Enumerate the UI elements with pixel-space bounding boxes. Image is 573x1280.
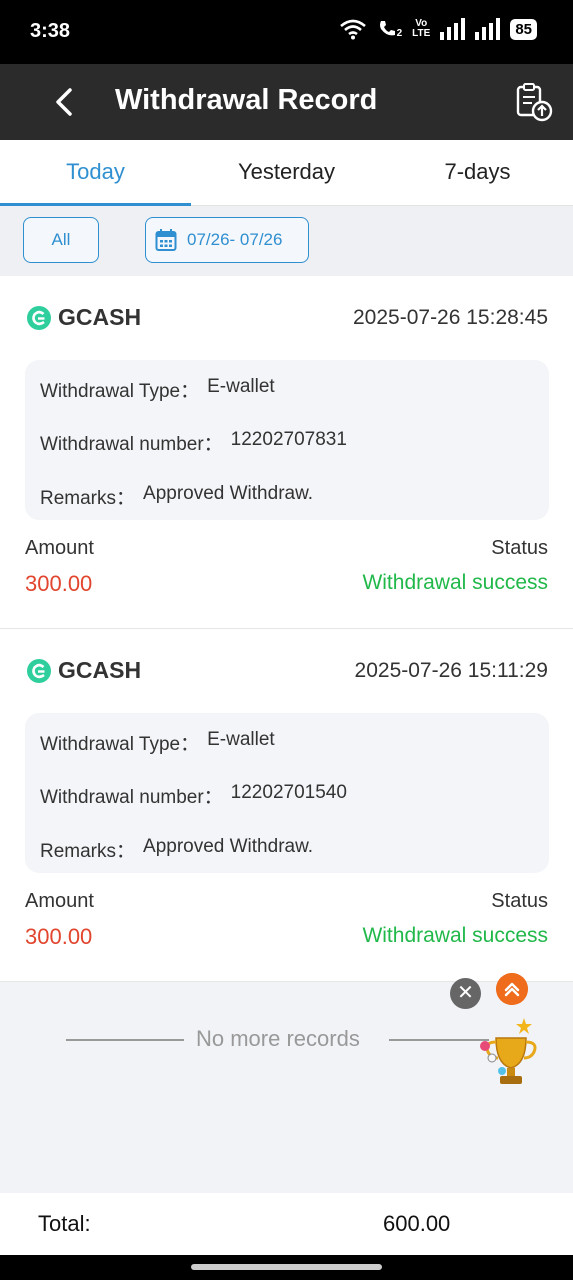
- volte-indicator: Vo LTE: [412, 19, 430, 39]
- date-range-button[interactable]: 07/26- 07/26: [145, 217, 309, 263]
- remarks-label: Remarks：: [40, 488, 136, 509]
- status-bar: 3:38 2 Vo LTE 85: [0, 0, 573, 64]
- total-value: 600.00: [383, 1211, 451, 1236]
- record-item[interactable]: GCASH 2025-07-26 15:11:29 Withdrawal Typ…: [0, 629, 573, 982]
- date-range-label: 07/26- 07/26: [187, 230, 283, 249]
- amount-label: Amount: [25, 890, 94, 912]
- remarks-row: Remarks： Approved Withdraw.: [40, 483, 313, 510]
- status-icons: 2 Vo LTE 85: [339, 18, 537, 40]
- tab-today[interactable]: Today: [0, 140, 191, 206]
- no-more-records-text: No more records: [196, 1026, 360, 1051]
- sim-index-label: 2: [396, 28, 403, 39]
- remarks-label: Remarks：: [40, 841, 136, 862]
- record-list: GCASH 2025-07-26 15:28:45 Withdrawal Typ…: [0, 276, 573, 982]
- withdrawal-number-row: Withdrawal number： 12202701540: [40, 782, 347, 809]
- withdrawal-number-value: 12202701540: [230, 782, 347, 803]
- app-header: Withdrawal Record: [0, 64, 573, 140]
- battery-indicator: 85: [510, 18, 537, 40]
- scroll-top-icon[interactable]: [496, 973, 528, 1005]
- amount-value: 300.00: [25, 924, 93, 949]
- divider-left: [66, 1039, 184, 1041]
- gcash-logo-icon: [27, 305, 51, 330]
- wifi-call-icon: 2: [377, 19, 403, 39]
- record-details: Withdrawal Type： E-wallet Withdrawal num…: [25, 713, 549, 873]
- status-label: Status: [491, 537, 548, 559]
- remarks-value: Approved Withdraw.: [143, 483, 314, 504]
- withdrawal-type-label: Withdrawal Type：: [40, 381, 200, 402]
- tab-yesterday[interactable]: Yesterday: [191, 140, 382, 205]
- status-value: Withdrawal success: [362, 571, 548, 594]
- trophy-icon[interactable]: [478, 1016, 544, 1092]
- record-item[interactable]: GCASH 2025-07-26 15:28:45 Withdrawal Typ…: [0, 276, 573, 629]
- method-name: GCASH: [58, 657, 142, 683]
- volte-bottom-label: LTE: [412, 28, 431, 39]
- record-datetime: 2025-07-26 15:11:29: [354, 659, 548, 682]
- record-datetime: 2025-07-26 15:28:45: [353, 306, 548, 329]
- withdrawal-type-row: Withdrawal Type： E-wallet: [40, 376, 275, 403]
- divider-right: [389, 1039, 489, 1041]
- withdrawal-number-label: Withdrawal number：: [40, 787, 223, 808]
- home-gesture-handle[interactable]: [191, 1264, 382, 1270]
- status-value: Withdrawal success: [362, 924, 548, 947]
- withdrawal-number-label: Withdrawal number：: [40, 434, 223, 455]
- withdrawal-number-row: Withdrawal number： 12202707831: [40, 429, 347, 456]
- withdrawal-type-label: Withdrawal Type：: [40, 734, 200, 755]
- filter-bar: All 07/26- 07/26: [0, 206, 573, 276]
- withdrawal-type-row: Withdrawal Type： E-wallet: [40, 729, 275, 756]
- signal-strength-icon-2: [475, 18, 501, 40]
- withdrawal-number-value: 12202707831: [230, 429, 347, 450]
- system-nav-bar: [0, 1255, 573, 1280]
- amount-value: 300.00: [25, 571, 93, 596]
- status-label: Status: [491, 890, 548, 912]
- withdrawal-type-value: E-wallet: [207, 376, 275, 397]
- gcash-logo-icon: [27, 658, 51, 683]
- date-tabs: Today Yesterday 7-days: [0, 140, 573, 206]
- total-label: Total:: [38, 1211, 91, 1236]
- amount-label: Amount: [25, 537, 94, 559]
- tab-7-days[interactable]: 7-days: [382, 140, 573, 205]
- back-arrow-icon[interactable]: [48, 84, 84, 120]
- page-title: Withdrawal Record: [115, 84, 378, 116]
- filter-all-button[interactable]: All: [23, 217, 99, 263]
- wifi-icon: [339, 19, 366, 40]
- record-details: Withdrawal Type： E-wallet Withdrawal num…: [25, 360, 549, 520]
- remarks-value: Approved Withdraw.: [143, 836, 314, 857]
- payment-method: GCASH: [26, 657, 141, 684]
- method-name: GCASH: [58, 304, 142, 330]
- remarks-row: Remarks： Approved Withdraw.: [40, 836, 313, 863]
- upload-record-icon[interactable]: [515, 82, 553, 122]
- calendar-icon: [155, 229, 177, 251]
- close-icon[interactable]: ✕: [450, 978, 481, 1009]
- total-bar: Total: 600.00: [0, 1193, 573, 1255]
- withdrawal-type-value: E-wallet: [207, 729, 275, 750]
- signal-strength-icon-1: [440, 18, 466, 40]
- status-time: 3:38: [30, 20, 71, 42]
- payment-method: GCASH: [26, 304, 141, 331]
